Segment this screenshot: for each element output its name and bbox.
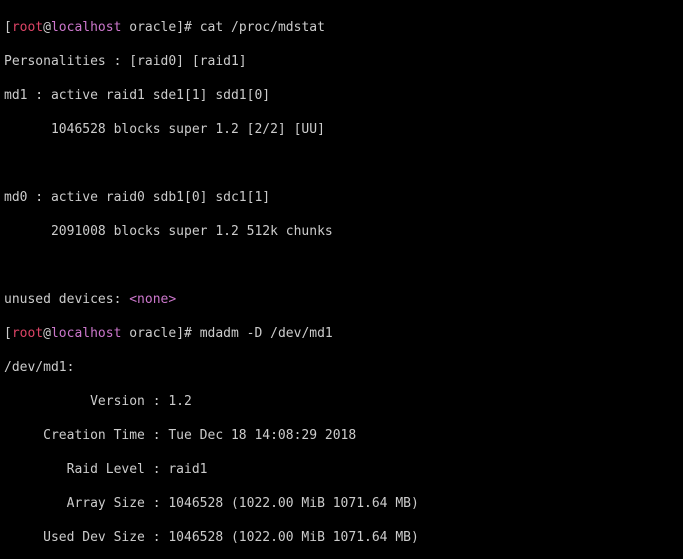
mdstat-line: Personalities : [raid0] [raid1] [4, 53, 679, 70]
mdadm-header: /dev/md1: [4, 359, 679, 376]
mdadm-array-size: Array Size : 1046528 (1022.00 MiB 1071.6… [4, 495, 679, 512]
mdstat-line: md0 : active raid0 sdb1[0] sdc1[1] [4, 189, 679, 206]
mdstat-line: md1 : active raid1 sde1[1] sdd1[0] [4, 87, 679, 104]
prompt-line-1: [root@localhost oracle]# cat /proc/mdsta… [4, 19, 679, 36]
mdadm-creation-time: Creation Time : Tue Dec 18 14:08:29 2018 [4, 427, 679, 444]
mdstat-line: 1046528 blocks super 1.2 [2/2] [UU] [4, 121, 679, 138]
mdstat-line: unused devices: <none> [4, 291, 679, 308]
prompt-line-2: [root@localhost oracle]# mdadm -D /dev/m… [4, 325, 679, 342]
command-1: cat /proc/mdstat [200, 20, 325, 35]
mdadm-version: Version : 1.2 [4, 393, 679, 410]
prompt-user: root [12, 20, 43, 35]
terminal[interactable]: [root@localhost oracle]# cat /proc/mdsta… [0, 0, 683, 559]
mdstat-line [4, 257, 679, 274]
mdstat-line: 2091008 blocks super 1.2 512k chunks [4, 223, 679, 240]
prompt-host: localhost [51, 20, 121, 35]
command-2: mdadm -D /dev/md1 [200, 326, 333, 341]
none-token: <none> [129, 292, 176, 307]
mdadm-raid-level: Raid Level : raid1 [4, 461, 679, 478]
mdadm-used-dev-size: Used Dev Size : 1046528 (1022.00 MiB 107… [4, 529, 679, 546]
mdstat-line [4, 155, 679, 172]
